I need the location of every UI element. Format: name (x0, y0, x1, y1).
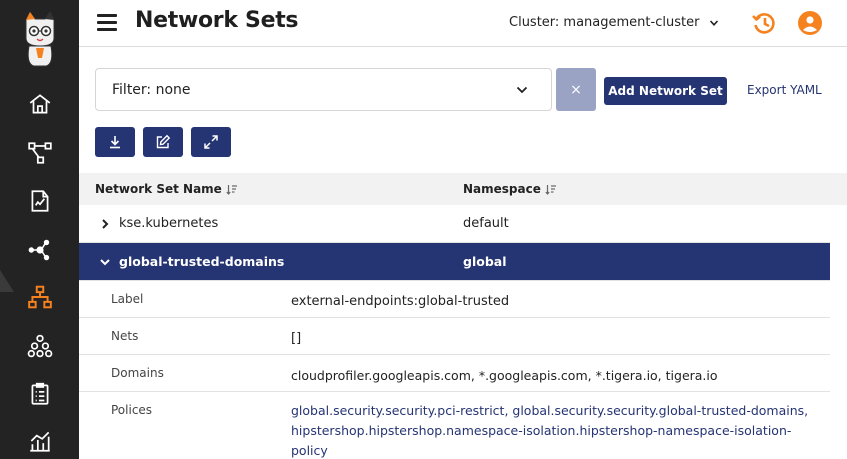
detail-row-policies: Polices global.security.security.pci-res… (79, 392, 830, 459)
namespace-value: default (463, 216, 509, 231)
download-button[interactable] (95, 127, 135, 157)
filter-value: Filter: none (112, 82, 191, 98)
sidebar-item-dashboards[interactable] (0, 421, 79, 459)
column-network-set-name[interactable]: Network Set Name (95, 182, 238, 196)
sort-icon (226, 184, 237, 195)
sidebar-item-home[interactable] (0, 84, 79, 124)
sort-icon (545, 184, 556, 195)
chevron-right-icon[interactable] (99, 218, 111, 230)
hierarchy-icon (27, 334, 52, 358)
sidebar-item-compliance[interactable] (0, 374, 79, 414)
nodes-icon (28, 239, 49, 261)
expand-icon (204, 135, 218, 149)
clipboard-icon (31, 382, 48, 405)
sidebar-item-network-sets[interactable] (0, 277, 79, 317)
chart-icon (29, 431, 50, 452)
sidebar-item-policies[interactable] (0, 181, 79, 221)
top-header: Network Sets Cluster: management-cluster (79, 0, 847, 47)
page-title: Network Sets (135, 8, 299, 33)
table-row[interactable]: kse.kubernetes default (79, 205, 830, 243)
detail-key: Domains (111, 366, 164, 380)
expand-button[interactable] (191, 127, 231, 157)
detail-key: Polices (111, 403, 153, 417)
cluster-label: Cluster: management-cluster (509, 15, 700, 30)
export-yaml-link[interactable]: Export YAML (747, 83, 822, 97)
cat-logo[interactable] (20, 12, 60, 68)
close-icon: × (570, 81, 582, 98)
chevron-down-icon (710, 19, 719, 26)
add-network-set-button[interactable]: Add Network Set (604, 77, 727, 105)
history-icon[interactable] (751, 10, 777, 36)
sidebar-item-hierarchy[interactable] (0, 326, 79, 366)
detail-key: Label (111, 292, 144, 306)
detail-key: Nets (111, 329, 139, 343)
policies-links[interactable]: global.security.security.pci-restrict, g… (291, 401, 821, 459)
edit-icon (156, 134, 171, 149)
detail-row-label: Label external-endpoints:global-trusted (79, 281, 830, 318)
scrollbar[interactable] (830, 205, 847, 459)
filter-select[interactable]: Filter: none (95, 68, 552, 111)
detail-value: cloudprofiler.googleapis.com, *.googleap… (291, 368, 718, 383)
menu-icon[interactable] (97, 14, 117, 32)
sidebar-item-endpoints[interactable] (0, 230, 79, 270)
network-sets-icon (27, 285, 52, 309)
namespace-value: global (463, 254, 507, 269)
network-set-name: kse.kubernetes (119, 216, 219, 231)
table-row-selected[interactable]: global-trusted-domains global (79, 243, 830, 281)
user-avatar-icon[interactable] (798, 11, 822, 35)
sidebar-item-topology[interactable] (0, 133, 79, 173)
home-icon (29, 94, 50, 114)
chevron-down-icon (516, 86, 528, 94)
edit-document-icon (31, 190, 48, 212)
detail-value: [] (291, 331, 302, 346)
detail-value: external-endpoints:global-trusted (291, 294, 510, 309)
column-namespace[interactable]: Namespace (463, 182, 557, 196)
detail-row-domains: Domains cloudprofiler.googleapis.com, *.… (79, 355, 830, 392)
clear-filter-button[interactable]: × (556, 68, 596, 111)
sidebar (0, 0, 79, 459)
download-icon (110, 136, 120, 149)
table-header: Network Set Name Namespace (79, 173, 847, 205)
cluster-selector[interactable]: Cluster: management-cluster (509, 15, 719, 30)
chevron-down-icon[interactable] (99, 256, 111, 268)
edit-button[interactable] (143, 127, 183, 157)
network-set-name: global-trusted-domains (119, 254, 285, 269)
topology-icon (27, 142, 52, 164)
detail-row-nets: Nets [] (79, 318, 830, 355)
